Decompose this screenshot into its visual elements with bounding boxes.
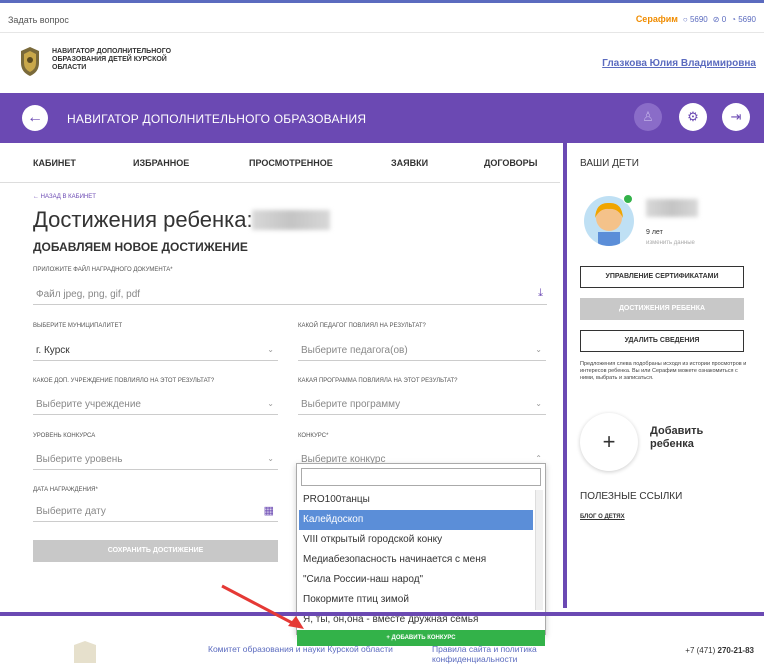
file-input[interactable]: Файл jpeg, png, gif, pdf ⤓ (33, 283, 547, 305)
manage-certificates-button[interactable]: УПРАВЛЕНИЕ СЕРТИФИКАТАМИ (580, 266, 744, 288)
program-label: КАКАЯ ПРОГРАММА ПОВЛИЯЛА НА ЭТОТ РЕЗУЛЬТ… (298, 378, 458, 384)
child-name-redacted (252, 210, 330, 230)
user-name-link[interactable]: Глазкова Юлия Владимировна (602, 58, 756, 69)
verified-check-icon (623, 194, 633, 204)
contest-label: КОНКУРС* (298, 433, 329, 439)
calendar-icon[interactable]: ▦ (264, 504, 274, 517)
sidebar-divider (563, 143, 567, 608)
upload-icon[interactable]: ⤓ (538, 287, 543, 300)
municipality-label: ВЫБЕРИТЕ МУНИЦИПАЛИТЕТ (33, 323, 123, 329)
topbar-right: Серафим ○ 5690 ⊘ 0 ◔ 5690 (636, 14, 756, 24)
filter-icon[interactable]: ⚙ (679, 103, 707, 131)
add-child-label: Добавить ребенка (650, 425, 704, 450)
file-label: ПРИЛОЖИТЕ ФАЙЛ НАГРАДНОГО ДОКУМЕНТА* (33, 267, 173, 273)
add-child-block[interactable]: + Добавить ребенка (580, 413, 750, 475)
tabs-bar: КАБИНЕТ ИЗБРАННОЕ ПРОСМОТРЕННОЕ ЗАЯВКИ Д… (0, 143, 560, 183)
child-age: 9 лет (646, 229, 663, 236)
top-bar: Задать вопрос Серафим ○ 5690 ⊘ 0 ◔ 5690 (0, 3, 764, 33)
contest-option[interactable]: VIII открытый городской конку (299, 530, 533, 550)
counter-3: ◔ 5690 (731, 14, 756, 24)
contest-option-selected[interactable]: Калейдоскоп (299, 510, 533, 530)
your-kids-heading: ВАШИ ДЕТИ (580, 158, 639, 169)
ask-question-link[interactable]: Задать вопрос (8, 15, 69, 25)
institution-select[interactable]: Выберите учреждение ⌄ (33, 393, 278, 415)
tab-requests[interactable]: ЗАЯВКИ (391, 158, 428, 168)
date-input[interactable]: Выберите дату ▦ (33, 500, 278, 522)
date-label: ДАТА НАГРАЖДЕНИЯ* (33, 487, 98, 493)
plus-icon[interactable]: + (580, 413, 638, 471)
section-title: ДОБАВЛЯЕМ НОВОЕ ДОСТИЖЕНИЕ (33, 240, 248, 254)
level-label: УРОВЕНЬ КОНКУРСА (33, 433, 96, 439)
contest-option[interactable]: PRO100танцы (299, 490, 533, 510)
chevron-down-icon: ⌄ (535, 345, 542, 354)
tab-favorites[interactable]: ИЗБРАННОЕ (133, 158, 189, 168)
contest-option[interactable]: "Сила России-наш народ" (299, 570, 533, 590)
red-arrow-annotation (221, 584, 304, 629)
tab-contracts[interactable]: ДОГОВОРЫ (484, 158, 538, 168)
tab-viewed[interactable]: ПРОСМОТРЕННОЕ (249, 158, 333, 168)
child-achievements-button[interactable]: ДОСТИЖЕНИЯ РЕБЕНКА (580, 298, 744, 320)
contest-option[interactable]: Покормите птиц зимой (299, 590, 533, 610)
change-data-link[interactable]: изменить данные (646, 240, 695, 246)
chevron-up-icon: ⌃ (535, 454, 542, 463)
chevron-down-icon: ⌄ (267, 454, 274, 463)
page-title: Достижения ребенка: (33, 207, 253, 232)
counter-1: ○ 5690 (682, 14, 708, 24)
policy-link[interactable]: Правила сайта и политика конфиденциально… (432, 644, 582, 664)
recommendation-note: Предложения слева подобраны исходя из ис… (580, 361, 747, 381)
contest-dropdown: PRO100танцы Калейдоскоп VIII открытый го… (296, 463, 546, 635)
dropdown-scrollbar[interactable] (535, 490, 543, 610)
save-achievement-button[interactable]: СОХРАНИТЬ ДОСТИЖЕНИЕ (33, 540, 278, 562)
navbar-title: НАВИГАТОР ДОПОЛНИТЕЛЬНОГО ОБРАЗОВАНИЯ (67, 112, 367, 126)
coat-of-arms-logo (21, 47, 39, 76)
user-icon[interactable]: ♙ (634, 103, 662, 131)
footer-logo (74, 641, 96, 663)
org-name: НАВИГАТОР ДОПОЛНИТЕЛЬНОГО ОБРАЗОВАНИЯ ДЕ… (52, 48, 172, 71)
teacher-label: КАКОЙ ПЕДАГОГ ПОВЛИЯЛ НА РЕЗУЛЬТАТ? (298, 323, 426, 329)
counter-2: ⊘ 0 (712, 14, 727, 24)
back-to-cabinet-link[interactable]: ← НАЗАД В КАБИНЕТ (33, 194, 96, 200)
child-name-redacted-sidebar (646, 199, 698, 217)
institution-label: КАКОЕ ДОП. УЧРЕЖДЕНИЕ ПОВЛИЯЛО НА ЭТОТ Р… (33, 378, 215, 384)
tab-cabinet[interactable]: КАБИНЕТ (33, 158, 76, 168)
contest-options-list: PRO100танцы Калейдоскоп VIII открытый го… (299, 490, 533, 630)
chevron-down-icon: ⌄ (267, 345, 274, 354)
arrow-left-icon[interactable]: ← (22, 105, 48, 131)
program-select[interactable]: Выберите программу ⌄ (298, 393, 546, 415)
footer-accent-bar (0, 612, 764, 616)
contest-search-input[interactable] (301, 468, 541, 486)
useful-links-heading: ПОЛЕЗНЫЕ ССЫЛКИ (580, 491, 683, 502)
committee-link[interactable]: Комитет образования и науки Курской обла… (208, 644, 398, 654)
blog-link[interactable]: БЛОГ О ДЕТЯХ (580, 514, 625, 520)
phone-number: +7 (471) 270-21-83 (685, 646, 754, 655)
municipality-select[interactable]: г. Курск ⌄ (33, 339, 278, 361)
teacher-select[interactable]: Выберите педагога(ов) ⌄ (298, 339, 546, 361)
logout-icon[interactable]: ⇥ (722, 103, 750, 131)
contest-option[interactable]: Медиабезопасность начинается с меня (299, 550, 533, 570)
chevron-down-icon: ⌄ (535, 399, 542, 408)
delete-info-button[interactable]: УДАЛИТЬ СВЕДЕНИЯ (580, 330, 744, 352)
chevron-down-icon: ⌄ (267, 399, 274, 408)
level-select[interactable]: Выберите уровень ⌄ (33, 448, 278, 470)
serafim-label[interactable]: Серафим (636, 14, 678, 24)
